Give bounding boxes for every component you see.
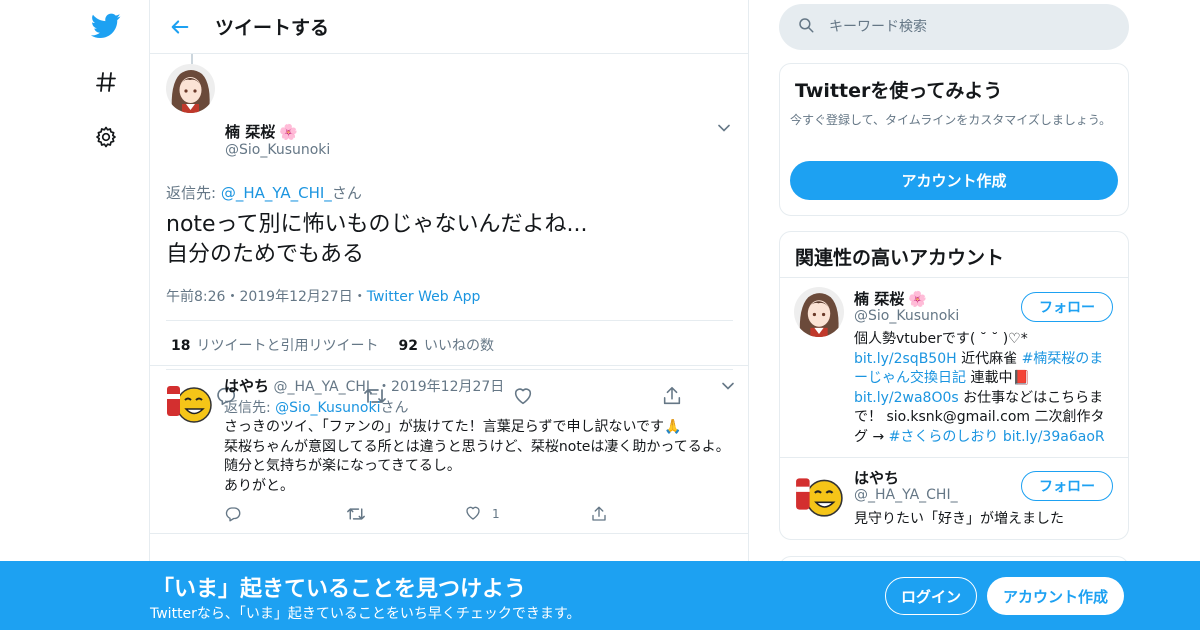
tweet-text: noteって別に怖いものじゃないんだよね... 自分のためでもある (166, 210, 587, 270)
signup-card-title: Twitterを使ってみよう (795, 80, 1003, 102)
bio-text: 個人勢vtuberです( ˘ ˘ )♡* (854, 331, 1028, 347)
reply-text-line: 栞桜ちゃんが意図してる所とは違うと思うけど、栞桜noteは凄く助かってるよ。随分… (224, 438, 730, 475)
chevron-down-icon[interactable] (720, 378, 736, 398)
tweet-author-handle[interactable]: @Sio_Kusunoki (225, 142, 330, 158)
page-header: ツイートする (150, 0, 748, 54)
bio-link[interactable]: bit.ly/2sqB50H (854, 351, 957, 367)
signup-card-description: 今すぐ登録して、タイムラインをカスタマイズしましょう。 (790, 113, 1112, 127)
reply-header: はやち @_HA_YA_CHI_・2019年12月27日 (224, 375, 504, 396)
thread-line (191, 54, 193, 64)
author-name-text: 楠 栞桜 (225, 123, 276, 141)
like-count: 92 (398, 338, 418, 354)
bio-hashtag-link[interactable]: #さくらのしおり (889, 429, 999, 445)
tweet-meta: 午前8:26・2019年12月27日・Twitter Web App (166, 286, 480, 306)
hashtag-icon[interactable] (90, 66, 122, 98)
twitter-bird-icon[interactable] (90, 10, 122, 42)
banner-subtitle: Twitterなら、「いま」起きていることをいち早くチェックできます。 (150, 606, 581, 622)
bio-link[interactable]: bit.ly/39a6aoR (1003, 429, 1105, 445)
reply-icon[interactable] (224, 505, 242, 523)
search-box[interactable] (779, 4, 1129, 50)
like-count: 1 (492, 507, 500, 521)
related-accounts-card: 関連性の高いアカウント 楠 栞桜 🌸 @Sio_Kusunoki フォロー 個人… (779, 231, 1129, 540)
reply-text-line: ありがと。 (224, 477, 294, 494)
reply-actions: 1 (220, 503, 620, 525)
share-icon[interactable] (590, 505, 608, 523)
retweet-stat[interactable]: 18 リツイートと引用リツイート (171, 335, 378, 355)
reply-to-label: 返信先: (224, 400, 276, 416)
tweet-date[interactable]: 2019年12月27日 (239, 289, 352, 305)
heart-icon (464, 504, 482, 525)
signup-card: Twitterを使ってみよう 今すぐ登録して、タイムラインをカスタマイズしましょ… (779, 63, 1129, 216)
avatar[interactable] (794, 470, 844, 520)
main-column: ツイートする 楠 栞桜 🌸 @Sio_Kusunoki 返信先: @_HA_YA… (149, 0, 749, 630)
chevron-down-icon[interactable] (716, 120, 732, 140)
reply-tweet[interactable]: はやち @_HA_YA_CHI_・2019年12月27日 返信先: @Sio_K… (150, 366, 748, 534)
avatar[interactable] (166, 64, 215, 113)
search-icon (797, 16, 815, 38)
login-button[interactable]: ログイン (885, 577, 977, 615)
divider (780, 277, 1128, 278)
tweet-time[interactable]: 午前8:26 (166, 289, 225, 305)
account-handle[interactable]: @Sio_Kusunoki (854, 308, 959, 324)
signup-button[interactable]: アカウント作成 (987, 577, 1124, 615)
tweet-stats: 18 リツイートと引用リツイート 92 いいねの数 (166, 320, 733, 370)
reply-date[interactable]: 2019年12月27日 (391, 379, 504, 395)
divider (780, 457, 1128, 458)
main-tweet: 楠 栞桜 🌸 @Sio_Kusunoki 返信先: @_HA_YA_CHI_さん… (150, 54, 748, 406)
account-name-text: はやち (854, 469, 900, 487)
like-stat[interactable]: 92 いいねの数 (398, 335, 493, 355)
tweet-text-line: noteって別に怖いものじゃないんだよね... (166, 212, 588, 237)
tweet-author-name[interactable]: 楠 栞桜 🌸 (225, 121, 298, 142)
reply-to: 返信先: @_HA_YA_CHI_さん (166, 182, 362, 203)
account-bio: 個人勢vtuberです( ˘ ˘ )♡* bit.ly/2sqB50H 近代麻雀… (854, 330, 1116, 447)
reply-to: 返信先: @Sio_Kusunokiさん (224, 397, 408, 417)
like-label: いいねの数 (423, 338, 494, 354)
left-nav (60, 0, 150, 630)
signup-banner: 「いま」起きていることを見つけよう Twitterなら、「いま」起きていることを… (0, 561, 1200, 630)
account-name[interactable]: 楠 栞桜 🌸 (854, 288, 927, 309)
search-input[interactable] (829, 19, 1099, 35)
banner-title: 「いま」起きていることを見つけよう (152, 577, 527, 602)
reply-to-suffix: さん (380, 400, 409, 416)
cherry-blossom-emoji: 🌸 (908, 289, 927, 308)
reply-to-suffix: さん (331, 184, 362, 202)
reply-author-name[interactable]: はやち (224, 377, 269, 395)
meta-separator: ・ (352, 289, 367, 305)
follow-button[interactable]: フォロー (1021, 471, 1113, 501)
bio-text: 連載中📕 (966, 370, 1030, 386)
retweet-icon[interactable] (346, 505, 366, 523)
back-arrow-icon[interactable] (150, 0, 210, 54)
account-handle[interactable]: @_HA_YA_CHI_ (854, 487, 958, 503)
cherry-blossom-emoji: 🌸 (279, 122, 298, 141)
related-accounts-title: 関連性の高いアカウント (795, 247, 1005, 269)
create-account-button[interactable]: アカウント作成 (790, 161, 1118, 200)
avatar[interactable] (794, 287, 844, 337)
account-bio: 見守りたい「好き」が増えました (854, 511, 1064, 527)
follow-button[interactable]: フォロー (1021, 292, 1113, 322)
bio-text: 近代麻雀 (956, 350, 1022, 367)
avatar[interactable] (165, 378, 213, 426)
bio-link[interactable]: bit.ly/2wa8O0s (854, 390, 959, 406)
reply-text: さっきのツイ、「ファンの」が抜けてた！言葉足らずで申し訳ないです🙏 栞桜ちゃんが… (224, 418, 736, 496)
retweet-count: 18 (171, 338, 191, 354)
reply-text-line: さっきのツイ、「ファンの」が抜けてた！言葉足らずで申し訳ないです🙏 (224, 419, 682, 435)
retweet-label: リツイートと引用リツイート (196, 338, 379, 354)
account-name[interactable]: はやち (854, 467, 899, 488)
page-title: ツイートする (215, 17, 330, 39)
settings-gear-icon[interactable] (90, 121, 122, 153)
reply-to-handle-link[interactable]: @_HA_YA_CHI_ (221, 184, 332, 202)
reply-to-handle-link[interactable]: @Sio_Kusunoki (275, 400, 380, 416)
reply-author-handle[interactable]: @_HA_YA_CHI_ (273, 379, 377, 395)
reply-to-label: 返信先: (166, 184, 221, 202)
meta-separator: ・ (225, 289, 240, 305)
account-name-text: 楠 栞桜 (854, 290, 905, 308)
meta-separator: ・ (377, 379, 392, 395)
like-button[interactable]: 1 (464, 504, 500, 525)
tweet-text-line: 自分のためでもある (166, 242, 365, 267)
tweet-source-link[interactable]: Twitter Web App (367, 289, 481, 305)
